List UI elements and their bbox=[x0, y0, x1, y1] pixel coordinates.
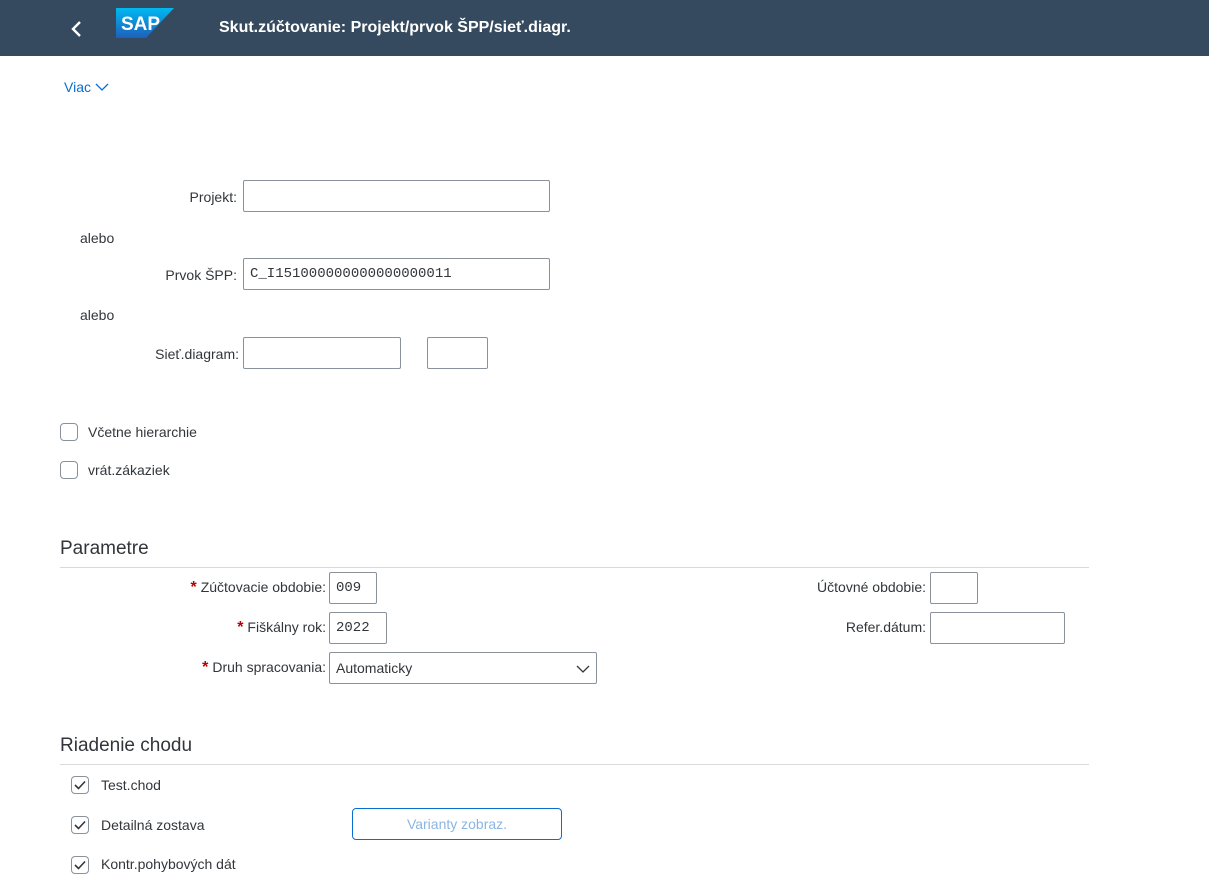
sap-logo-text: SAP bbox=[121, 14, 160, 35]
check-trans-checkbox[interactable] bbox=[71, 856, 89, 874]
test-run-checkbox[interactable] bbox=[71, 776, 89, 794]
network-label: Sieť.diagram: bbox=[155, 346, 239, 362]
network-activity-input[interactable] bbox=[427, 337, 488, 369]
chevron-left-icon bbox=[71, 21, 81, 37]
orders-label: vrát.zákaziek bbox=[88, 462, 170, 478]
layout-variants-button[interactable]: Varianty zobraz. bbox=[352, 808, 562, 840]
processing-type-label: * Druh spracovania: bbox=[202, 659, 326, 677]
checkmark-icon bbox=[74, 820, 86, 830]
settlement-period-label: * Zúčtovacie obdobie: bbox=[190, 579, 326, 597]
fiscal-year-label: * Fiškálny rok: bbox=[237, 619, 326, 637]
sap-logo[interactable]: SAP bbox=[116, 8, 174, 38]
check-trans-label: Kontr.pohybových dát bbox=[101, 856, 236, 872]
more-menu-button[interactable]: Viac bbox=[64, 79, 109, 95]
chevron-down-icon bbox=[95, 83, 109, 91]
chevron-down-icon[interactable] bbox=[576, 662, 590, 676]
ref-date-input[interactable] bbox=[930, 612, 1065, 644]
required-marker: * bbox=[237, 619, 244, 636]
processing-type-text: Druh spracovania: bbox=[212, 659, 326, 675]
settlement-period-input[interactable]: 009 bbox=[329, 572, 377, 604]
detail-list-checkbox[interactable] bbox=[71, 816, 89, 834]
ref-date-label: Refer.dátum: bbox=[845, 619, 926, 635]
posting-period-label: Účtovné obdobie: bbox=[817, 579, 926, 595]
project-input[interactable] bbox=[243, 180, 550, 212]
fiscal-year-input[interactable]: 2022 bbox=[329, 612, 387, 644]
checkmark-icon bbox=[74, 780, 86, 790]
app-title: Skut.zúčtovanie: Projekt/prvok ŠPP/sieť.… bbox=[219, 19, 571, 36]
hierarchy-checkbox[interactable] bbox=[60, 423, 78, 441]
orders-checkbox[interactable] bbox=[60, 461, 78, 479]
wbs-element-input[interactable]: C_I151000000000000000011 bbox=[243, 258, 550, 290]
required-marker: * bbox=[202, 659, 209, 676]
network-input[interactable] bbox=[243, 337, 401, 369]
parameters-divider bbox=[60, 567, 1089, 568]
parameters-heading: Parametre bbox=[60, 538, 149, 559]
or-label-2: alebo bbox=[80, 307, 115, 323]
processing-type-select[interactable]: Automaticky bbox=[329, 652, 597, 684]
test-run-label: Test.chod bbox=[101, 777, 161, 793]
or-label-1: alebo bbox=[80, 230, 115, 246]
project-label: Projekt: bbox=[189, 189, 237, 205]
wbs-label: Prvok ŠPP: bbox=[165, 267, 237, 283]
run-control-heading: Riadenie chodu bbox=[60, 735, 193, 756]
settlement-period-text: Zúčtovacie obdobie: bbox=[200, 579, 326, 595]
more-label: Viac bbox=[64, 79, 91, 95]
processing-type-value: Automaticky bbox=[336, 660, 413, 676]
sap-logo-shape: SAP bbox=[116, 8, 174, 38]
posting-period-input[interactable] bbox=[930, 572, 978, 604]
detail-list-label: Detailná zostava bbox=[101, 817, 205, 833]
required-marker: * bbox=[190, 579, 197, 596]
checkmark-icon bbox=[74, 860, 86, 870]
hierarchy-label: Včetne hierarchie bbox=[88, 424, 197, 440]
run-control-divider bbox=[60, 764, 1089, 765]
shell-bar: SAP Skut.zúčtovanie: Projekt/prvok ŠPP/s… bbox=[0, 0, 1209, 56]
back-button[interactable] bbox=[62, 14, 92, 44]
fiscal-year-text: Fiškálny rok: bbox=[247, 619, 326, 635]
